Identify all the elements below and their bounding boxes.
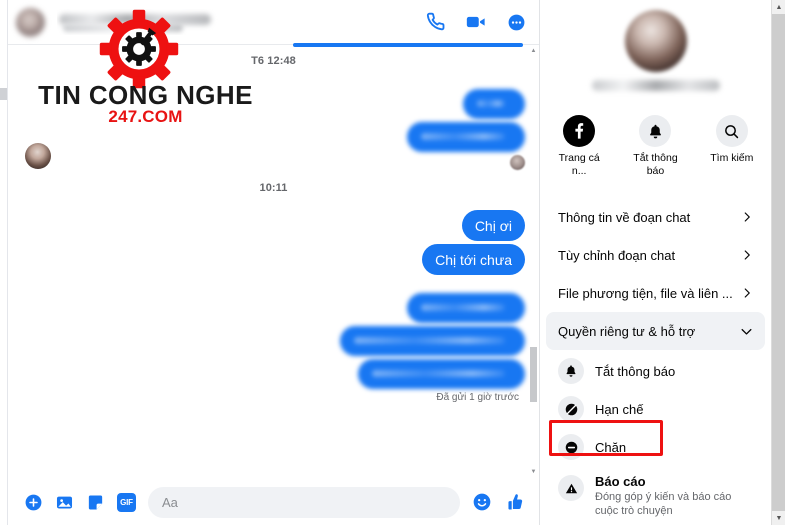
menu-item-label: File phương tiện, file và liên ... bbox=[558, 285, 733, 301]
sender-avatar-thumbnail bbox=[25, 143, 51, 169]
message-row bbox=[22, 293, 525, 323]
left-edge-strip bbox=[0, 0, 8, 525]
contact-name[interactable] bbox=[57, 9, 425, 35]
restrict-icon bbox=[558, 396, 584, 422]
message-bubble[interactable] bbox=[463, 89, 525, 119]
menu-item-privacy-support[interactable]: Quyền riêng tư & hỗ trợ bbox=[546, 312, 765, 350]
info-menu: Thông tin về đoạn chat Tùy chỉnh đoạn ch… bbox=[540, 198, 771, 350]
gif-label: GIF bbox=[117, 492, 136, 512]
quick-actions: Trang cá n... Tắt thông báo Tìm kiếm bbox=[540, 115, 771, 178]
info-panel-scrollbar[interactable]: ▲ ▼ bbox=[771, 0, 785, 525]
chevron-right-icon bbox=[741, 249, 753, 261]
search-icon bbox=[715, 115, 748, 147]
scroll-up-arrow[interactable]: ▲ bbox=[530, 47, 537, 56]
privacy-submenu: Tắt thông báo Hạn chế Chặn Báo cáo Đóng … bbox=[540, 352, 771, 523]
menu-item-customize-chat[interactable]: Tùy chỉnh đoạn chat bbox=[546, 236, 765, 274]
left-scrollbar-thumb[interactable] bbox=[0, 88, 7, 100]
bell-icon bbox=[558, 358, 584, 384]
submenu-item-sublabel: Đóng góp ý kiến và báo cáo cuộc trò chuy… bbox=[595, 491, 732, 517]
blue-underline-annotation bbox=[293, 43, 523, 47]
submenu-item-label: Báo cáo bbox=[595, 474, 646, 489]
profile-section bbox=[540, 0, 771, 91]
message-row bbox=[22, 122, 525, 152]
scroll-down-arrow[interactable]: ▼ bbox=[772, 511, 785, 525]
message-row: Chị tới chưa bbox=[22, 244, 525, 275]
contact-avatar[interactable] bbox=[16, 7, 45, 37]
more-options-icon[interactable] bbox=[505, 11, 527, 33]
chat-header-actions bbox=[425, 11, 527, 33]
message-bubble[interactable] bbox=[407, 122, 525, 152]
message-row bbox=[22, 89, 525, 119]
quick-action-profile[interactable]: Trang cá n... bbox=[550, 115, 608, 178]
quick-action-label: Tìm kiếm bbox=[710, 152, 754, 164]
quick-action-label: Tắt thông báo bbox=[633, 152, 678, 177]
submenu-item-mute[interactable]: Tắt thông báo bbox=[546, 352, 765, 390]
profile-avatar[interactable] bbox=[624, 10, 687, 72]
message-bubble[interactable] bbox=[340, 326, 525, 356]
message-bubble[interactable] bbox=[358, 359, 525, 389]
message-composer: GIF Aa bbox=[8, 479, 539, 525]
thumbs-up-icon[interactable] bbox=[504, 492, 525, 513]
chevron-right-icon bbox=[741, 211, 753, 223]
scroll-up-arrow[interactable]: ▲ bbox=[772, 0, 785, 14]
message-scrollbar-thumb[interactable] bbox=[530, 347, 537, 402]
timestamp-divider: 10:11 bbox=[259, 182, 288, 194]
chat-info-panel: Trang cá n... Tắt thông báo Tìm kiếm Thô… bbox=[540, 0, 785, 525]
menu-item-label: Quyền riêng tư & hỗ trợ bbox=[558, 323, 696, 339]
facebook-icon bbox=[563, 115, 596, 147]
message-bubble[interactable] bbox=[407, 293, 525, 323]
submenu-item-label: Chặn bbox=[595, 439, 627, 455]
delivery-status: Đã gửi 1 giờ trước bbox=[436, 392, 519, 403]
chevron-right-icon bbox=[741, 287, 753, 299]
quick-action-search[interactable]: Tìm kiếm bbox=[703, 115, 761, 178]
message-input[interactable]: Aa bbox=[148, 486, 460, 518]
submenu-item-restrict[interactable]: Hạn chế bbox=[546, 390, 765, 428]
submenu-item-label: Tắt thông báo bbox=[595, 363, 676, 379]
profile-name-blurred bbox=[591, 80, 720, 91]
messenger-window: T6 12:48 10:11 Chị ơi Chị tới chưa Đã gử… bbox=[0, 0, 800, 525]
quick-action-label: Trang cá n... bbox=[558, 152, 600, 177]
video-camera-icon[interactable] bbox=[465, 11, 487, 33]
submenu-item-block[interactable]: Chặn bbox=[546, 428, 765, 466]
scroll-down-arrow[interactable]: ▼ bbox=[530, 468, 537, 477]
message-bubble[interactable]: Chị ơi bbox=[461, 210, 525, 241]
info-panel-scroll: Trang cá n... Tắt thông báo Tìm kiếm Thô… bbox=[540, 0, 771, 525]
message-reaction-row bbox=[22, 155, 525, 170]
menu-item-chat-info[interactable]: Thông tin về đoạn chat bbox=[546, 198, 765, 236]
phone-call-icon[interactable] bbox=[425, 11, 447, 33]
chat-column: T6 12:48 10:11 Chị ơi Chị tới chưa Đã gử… bbox=[8, 0, 540, 525]
message-row bbox=[22, 359, 525, 389]
seen-avatar bbox=[510, 155, 525, 170]
submenu-item-report[interactable]: Báo cáo Đóng góp ý kiến và báo cáo cuộc … bbox=[546, 466, 765, 523]
menu-item-label: Thông tin về đoạn chat bbox=[558, 209, 691, 225]
report-text-group: Báo cáo Đóng góp ý kiến và báo cáo cuộc … bbox=[595, 474, 753, 518]
submenu-item-label: Hạn chế bbox=[595, 401, 644, 417]
contact-status-blurred bbox=[63, 24, 183, 32]
report-warning-icon bbox=[558, 475, 584, 501]
photo-icon[interactable] bbox=[55, 493, 74, 512]
block-icon bbox=[558, 434, 584, 460]
info-scrollbar-thumb[interactable] bbox=[772, 14, 785, 511]
timestamp-divider: T6 12:48 bbox=[251, 55, 296, 67]
plus-circle-icon[interactable] bbox=[24, 493, 43, 512]
sticker-icon[interactable] bbox=[86, 493, 105, 512]
bell-icon bbox=[639, 115, 672, 147]
message-scrollbar[interactable]: ▲ ▼ bbox=[530, 47, 537, 477]
chat-header bbox=[8, 0, 539, 45]
quick-action-mute[interactable]: Tắt thông báo bbox=[626, 115, 684, 178]
emoji-icon[interactable] bbox=[472, 492, 492, 512]
menu-item-media-files[interactable]: File phương tiện, file và liên ... bbox=[546, 274, 765, 312]
gif-icon[interactable]: GIF bbox=[117, 492, 136, 512]
message-list: T6 12:48 10:11 Chị ơi Chị tới chưa Đã gử… bbox=[8, 45, 539, 479]
message-row bbox=[22, 326, 525, 356]
chevron-down-icon bbox=[740, 325, 753, 338]
message-bubble[interactable]: Chị tới chưa bbox=[422, 244, 525, 275]
menu-item-label: Tùy chỉnh đoạn chat bbox=[558, 247, 676, 263]
message-row: Chị ơi bbox=[22, 210, 525, 241]
